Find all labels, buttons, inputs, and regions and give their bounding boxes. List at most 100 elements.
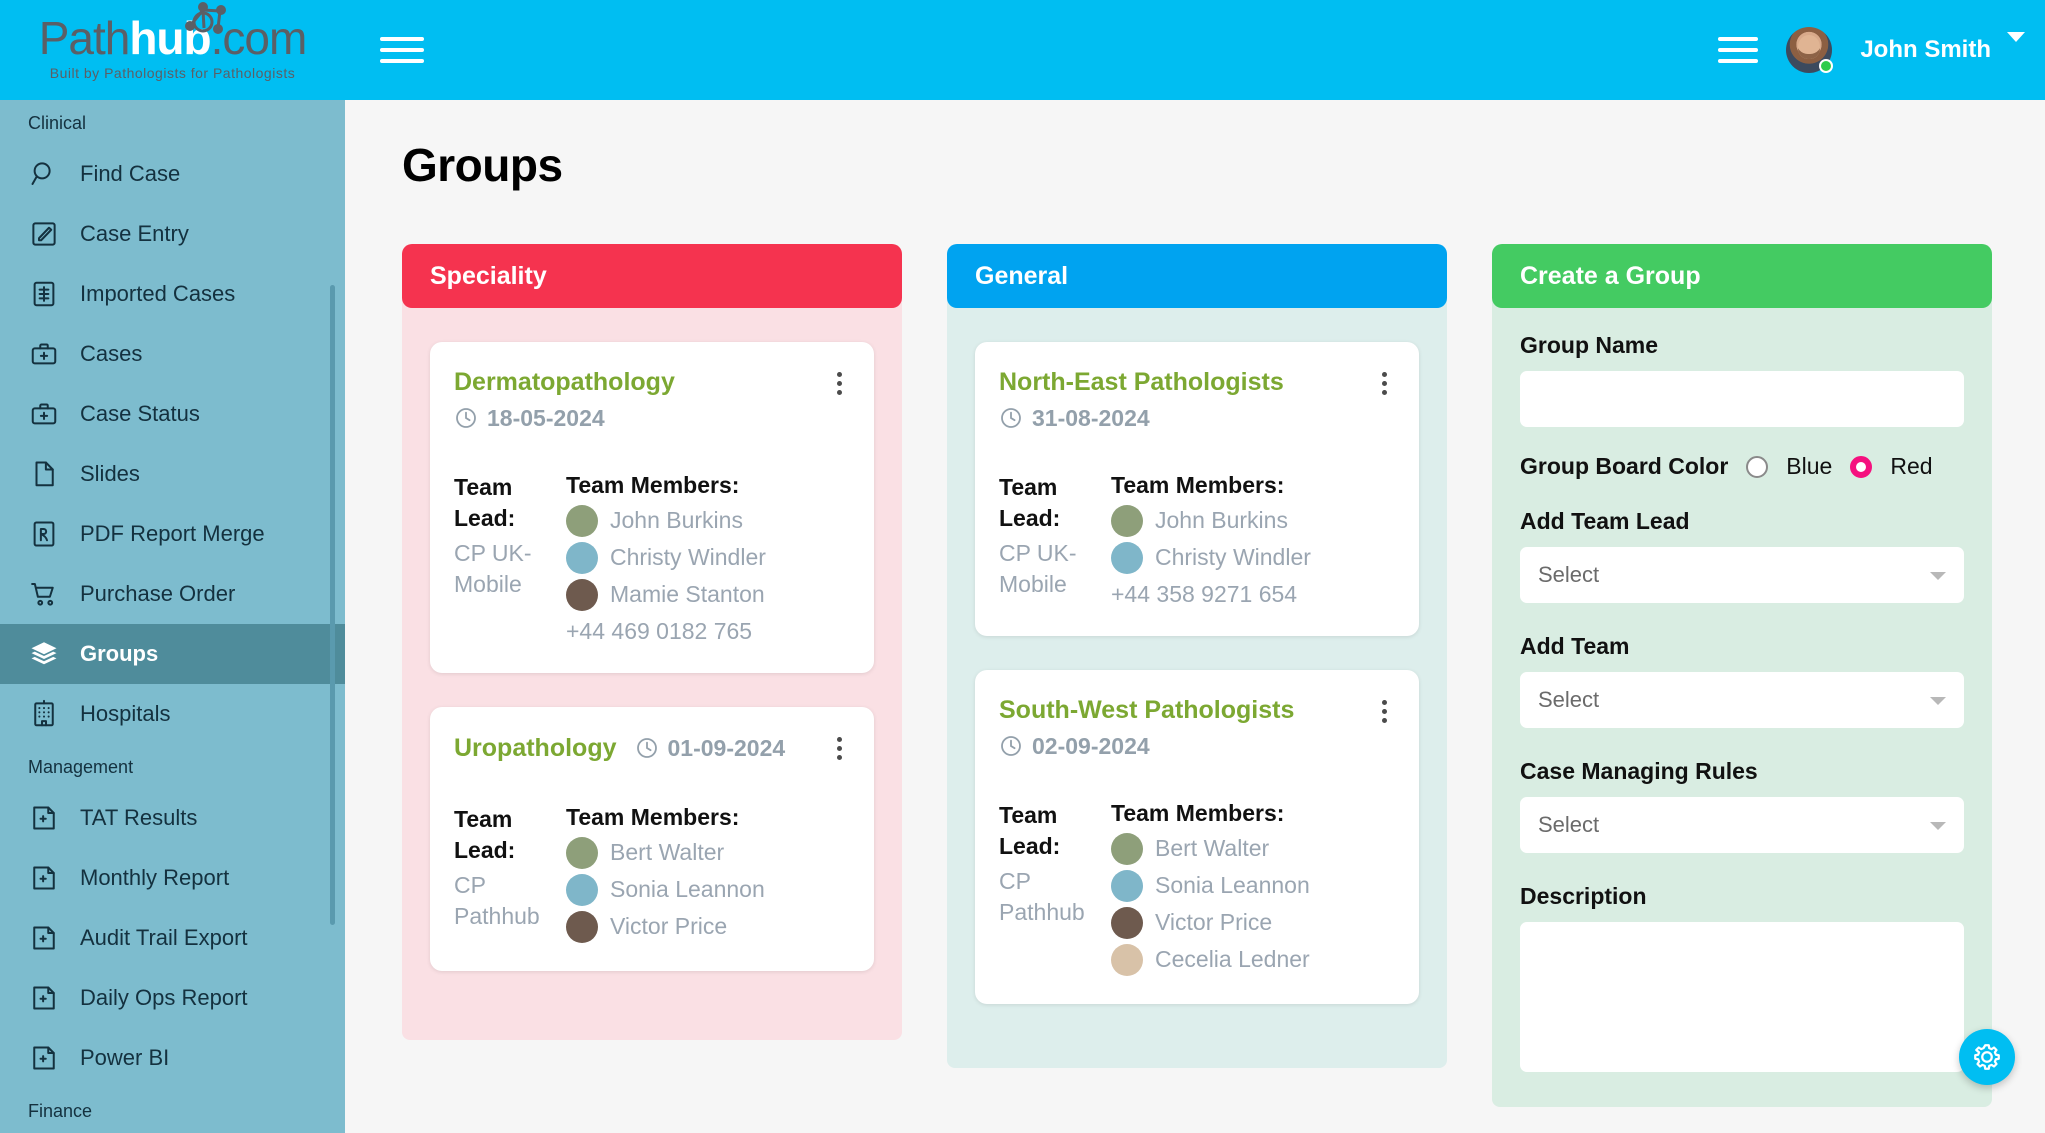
settings-fab-button[interactable] bbox=[1959, 1029, 2015, 1085]
team-member[interactable]: Sonia Leannon bbox=[1111, 869, 1395, 902]
sidebar-section-finance: Finance bbox=[28, 1101, 93, 1121]
sidebar-item-tat-results[interactable]: TAT Results bbox=[0, 788, 345, 848]
add-team-select[interactable]: Select bbox=[1520, 672, 1964, 728]
group-card-uropathology[interactable]: Uropathology 01-09-2024 Team Lead: CP Pa… bbox=[430, 706, 874, 971]
case-managing-rules-value: Select bbox=[1538, 812, 1600, 837]
sidebar-item-daily-ops-report[interactable]: Daily Ops Report bbox=[0, 968, 345, 1028]
add-team-lead-select[interactable]: Select bbox=[1520, 547, 1964, 603]
card-title: Uropathology bbox=[454, 733, 617, 762]
team-member-name: Christy Windler bbox=[1155, 544, 1311, 571]
kebab-menu-icon[interactable] bbox=[1374, 696, 1395, 727]
sidebar-item-power-bi[interactable]: Power BI bbox=[0, 1028, 345, 1088]
search-icon bbox=[31, 162, 51, 185]
team-member[interactable]: Sonia Leannon bbox=[566, 873, 850, 906]
sidebar-item-case-entry[interactable]: Case Entry bbox=[0, 204, 345, 264]
sidebar-scrollbar[interactable] bbox=[330, 285, 335, 925]
team-member[interactable]: Bert Walter bbox=[566, 836, 850, 869]
kebab-menu-icon[interactable] bbox=[829, 368, 850, 399]
hamburger-icon[interactable] bbox=[380, 37, 424, 63]
report-plus-icon bbox=[33, 866, 55, 890]
radio-red-label[interactable]: Red bbox=[1890, 453, 1932, 480]
sidebar-item-hospitals[interactable]: Hospitals bbox=[0, 684, 345, 744]
card-title-row: South-West Pathologists 02-09-2024 bbox=[999, 696, 1395, 760]
app-logo[interactable]: Pathhub.com Built by Pathologists for Pa… bbox=[0, 0, 345, 100]
member-avatar bbox=[1111, 906, 1143, 939]
team-lead-block: Team Lead: CP Pathhub bbox=[454, 804, 566, 943]
description-textarea[interactable] bbox=[1520, 922, 1964, 1072]
sidebar-item-slides[interactable]: Slides bbox=[0, 444, 345, 504]
sidebar-item-imported-cases[interactable]: Imported Cases bbox=[0, 264, 345, 324]
card-date: 18-05-2024 bbox=[454, 405, 675, 432]
sidebar-item-find-case[interactable]: Find Case bbox=[0, 144, 345, 204]
team-lead-value: CP Pathhub bbox=[999, 867, 1085, 925]
sidebar-item-audit-trail-export[interactable]: Audit Trail Export bbox=[0, 908, 345, 968]
card-date: 31-08-2024 bbox=[999, 405, 1284, 432]
column-header-speciality: Speciality bbox=[402, 244, 902, 308]
team-member[interactable]: Christy Windler bbox=[1111, 541, 1395, 574]
team-member[interactable]: John Burkins bbox=[1111, 504, 1395, 537]
team-member[interactable]: John Burkins bbox=[566, 504, 850, 537]
team-member-name: Mamie Stanton bbox=[610, 581, 765, 608]
clock-icon bbox=[1001, 408, 1021, 429]
team-member[interactable]: Christy Windler bbox=[566, 541, 850, 574]
sidebar-item-groups[interactable]: Groups bbox=[0, 624, 345, 684]
add-team-label: Add Team bbox=[1520, 633, 1630, 659]
page-title: Groups bbox=[402, 139, 563, 191]
team-member-name: Bert Walter bbox=[610, 839, 725, 866]
team-member-name: Bert Walter bbox=[1155, 835, 1270, 861]
sidebar-item-purchase-order[interactable]: Purchase Order bbox=[0, 564, 345, 624]
user-name[interactable]: John Smith bbox=[1860, 36, 1991, 64]
card-body: Team Lead: CP Pathhub Team Members: Bert… bbox=[999, 800, 1395, 976]
sidebar-item-label: Audit Trail Export bbox=[80, 925, 248, 950]
team-members-label: Team Members: bbox=[1111, 799, 1285, 826]
sidebar-item-case-status[interactable]: Case Status bbox=[0, 384, 345, 444]
add-team-lead-value: Select bbox=[1538, 562, 1600, 587]
group-card-north-east-pathologists[interactable]: North-East Pathologists 31-08-2024 Team … bbox=[975, 342, 1419, 636]
search-icon bbox=[28, 158, 60, 190]
team-member[interactable]: Cecelia Ledner bbox=[1111, 943, 1395, 976]
sidebar-item-pdf-report-merge[interactable]: PDF Report Merge bbox=[0, 504, 345, 564]
create-group-column: Create a Group Group Name Group Board Co… bbox=[1492, 244, 1992, 1107]
card-title: South-West Pathologists bbox=[999, 695, 1295, 724]
chevron-down-icon bbox=[1930, 572, 1946, 580]
team-members-block: Team Members: Bert Walter Sonia Leannon … bbox=[566, 804, 850, 943]
team-member-name: Sonia Leannon bbox=[610, 876, 765, 903]
add-team-value: Select bbox=[1538, 687, 1600, 712]
header-user-area: John Smith bbox=[1718, 27, 2045, 73]
sidebar-item-label: TAT Results bbox=[80, 805, 198, 830]
avatar[interactable] bbox=[1786, 27, 1834, 73]
team-members-block: Team Members: John Burkins Christy Windl… bbox=[1111, 472, 1395, 608]
team-member-name: Victor Price bbox=[1155, 909, 1273, 935]
group-name-input[interactable] bbox=[1520, 371, 1964, 427]
medical-bag-icon bbox=[28, 338, 60, 370]
team-member[interactable]: Victor Price bbox=[566, 910, 850, 943]
card-title-row: Dermatopathology 18-05-2024 bbox=[454, 368, 850, 432]
team-member[interactable]: Victor Price bbox=[1111, 906, 1395, 939]
team-member[interactable]: Bert Walter bbox=[1111, 832, 1395, 865]
chevron-down-icon[interactable] bbox=[2007, 32, 2025, 42]
sidebar-item-label: Slides bbox=[80, 461, 140, 486]
sidebar-item-label: Case Status bbox=[80, 401, 200, 426]
sidebar-item-label: Find Case bbox=[80, 161, 181, 186]
kebab-menu-icon[interactable] bbox=[829, 733, 850, 764]
team-member[interactable]: Mamie Stanton bbox=[566, 578, 850, 611]
card-date: 01-09-2024 bbox=[635, 735, 785, 762]
sidebar-item-label: Groups bbox=[80, 641, 159, 666]
sidebar-item-monthly-report[interactable]: Monthly Report bbox=[0, 848, 345, 908]
member-avatar bbox=[1111, 869, 1143, 902]
hamburger-bar bbox=[380, 48, 424, 52]
member-avatar bbox=[1111, 943, 1143, 976]
kebab-menu-icon[interactable] bbox=[1374, 368, 1395, 399]
right-hamburger-icon[interactable] bbox=[1718, 37, 1759, 63]
group-card-dermatopathology[interactable]: Dermatopathology 18-05-2024 Team Lead: C… bbox=[430, 342, 874, 673]
card-title-row: Uropathology 01-09-2024 bbox=[454, 733, 850, 764]
hospital-icon bbox=[34, 699, 54, 727]
radio-blue[interactable] bbox=[1746, 455, 1769, 478]
sidebar-item-cases[interactable]: Cases bbox=[0, 324, 345, 384]
radio-blue-label[interactable]: Blue bbox=[1786, 453, 1832, 480]
radio-red[interactable] bbox=[1850, 455, 1873, 478]
group-card-south-west-pathologists[interactable]: South-West Pathologists 02-09-2024 Team … bbox=[975, 669, 1419, 1004]
column-title: General bbox=[975, 261, 1069, 290]
case-managing-rules-select[interactable]: Select bbox=[1520, 797, 1964, 853]
create-group-title: Create a Group bbox=[1520, 261, 1701, 290]
